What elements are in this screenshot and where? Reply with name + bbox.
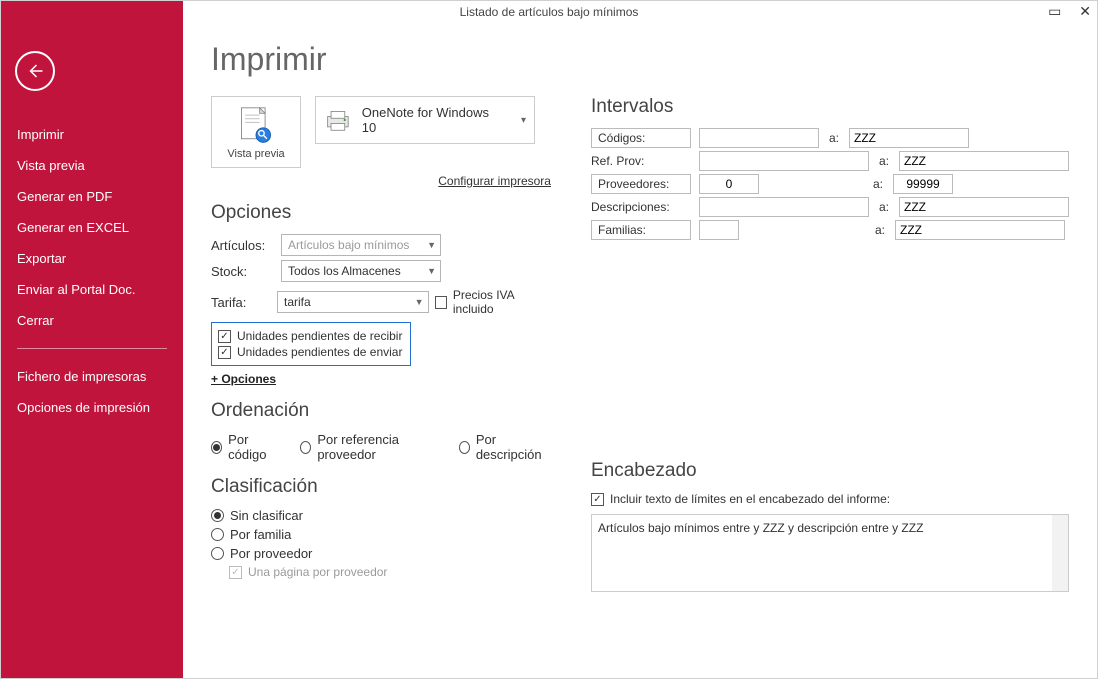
pendientes-recibir-checkbox[interactable]: ✓: [218, 330, 231, 343]
incluir-encabezado-label: Incluir texto de límites en el encabezad…: [610, 492, 890, 506]
tarifa-label: Tarifa:: [211, 295, 271, 310]
ordenacion-heading: Ordenación: [211, 400, 551, 422]
sidebar-item-generar-excel[interactable]: Generar en EXCEL: [1, 212, 183, 243]
descripciones-to-input[interactable]: [899, 197, 1069, 217]
pagina-proveedor-label: Una página por proveedor: [248, 565, 387, 579]
document-preview-icon: [237, 106, 275, 146]
pendientes-enviar-checkbox[interactable]: ✓: [218, 346, 231, 359]
familias-a-label: a:: [873, 223, 887, 237]
highlighted-options: ✓ Unidades pendientes de recibir ✓ Unida…: [211, 322, 411, 366]
sidebar-item-opciones-impresion[interactable]: Opciones de impresión: [1, 392, 183, 423]
printer-selector[interactable]: OneNote for Windows 10 ▾: [315, 96, 535, 144]
descripciones-label: Descripciones:: [591, 198, 691, 216]
sidebar-item-imprimir[interactable]: Imprimir: [1, 119, 183, 150]
chevron-down-icon: ▼: [427, 240, 436, 250]
intervalos-heading: Intervalos: [591, 96, 1069, 118]
refprov-label: Ref. Prov:: [591, 152, 691, 170]
content-area: Imprimir Vista previa OneNote for Window…: [183, 1, 1097, 678]
clasif-proveedor-radio[interactable]: [211, 547, 224, 560]
opciones-heading: Opciones: [211, 202, 551, 224]
preview-button[interactable]: Vista previa: [211, 96, 301, 168]
codigos-from-input[interactable]: [699, 128, 819, 148]
proveedores-from-input[interactable]: [699, 174, 759, 194]
printer-name: OneNote for Windows 10: [362, 105, 506, 135]
sidebar: Imprimir Vista previa Generar en PDF Gen…: [1, 1, 183, 678]
articulos-combo[interactable]: Artículos bajo mínimos▼: [281, 234, 441, 256]
orden-codigo-radio[interactable]: [211, 441, 222, 454]
sidebar-item-fichero-impresoras[interactable]: Fichero de impresoras: [1, 361, 183, 392]
codigos-a-label: a:: [827, 131, 841, 145]
chevron-down-icon: ▼: [415, 297, 424, 307]
orden-referencia-radio[interactable]: [300, 441, 311, 454]
proveedores-to-input[interactable]: [893, 174, 953, 194]
familias-to-input[interactable]: [895, 220, 1065, 240]
page-title: Imprimir: [211, 41, 1069, 78]
sidebar-item-vista-previa[interactable]: Vista previa: [1, 150, 183, 181]
clasif-familia-radio[interactable]: [211, 528, 224, 541]
articulos-label: Artículos:: [211, 238, 275, 253]
incluir-encabezado-checkbox[interactable]: ✓: [591, 493, 604, 506]
stock-combo[interactable]: Todos los Almacenes▼: [281, 260, 441, 282]
codigos-to-input[interactable]: [849, 128, 969, 148]
descripciones-a-label: a:: [877, 200, 891, 214]
precios-iva-label: Precios IVA incluido: [453, 288, 551, 316]
sidebar-item-enviar-portal[interactable]: Enviar al Portal Doc.: [1, 274, 183, 305]
chevron-down-icon: ▾: [521, 115, 526, 126]
chevron-down-icon: ▼: [427, 266, 436, 276]
clasificacion-heading: Clasificación: [211, 476, 551, 498]
refprov-to-input[interactable]: [899, 151, 1069, 171]
pendientes-recibir-label: Unidades pendientes de recibir: [237, 329, 402, 343]
preview-label: Vista previa: [227, 148, 284, 160]
proveedores-a-label: a:: [871, 177, 885, 191]
encabezado-textarea[interactable]: Artículos bajo mínimos entre y ZZZ y des…: [591, 514, 1069, 592]
scrollbar[interactable]: [1052, 515, 1068, 591]
familias-label: Familias:: [591, 220, 691, 240]
refprov-from-input[interactable]: [699, 151, 869, 171]
refprov-a-label: a:: [877, 154, 891, 168]
pendientes-enviar-label: Unidades pendientes de enviar: [237, 345, 402, 359]
proveedores-label: Proveedores:: [591, 174, 691, 194]
encabezado-heading: Encabezado: [591, 460, 1069, 482]
tarifa-combo[interactable]: tarifa▼: [277, 291, 429, 313]
arrow-left-icon: [26, 62, 44, 80]
precios-iva-checkbox[interactable]: ✓: [435, 296, 447, 309]
sidebar-item-generar-pdf[interactable]: Generar en PDF: [1, 181, 183, 212]
back-button[interactable]: [15, 51, 55, 91]
printer-icon: [324, 108, 352, 132]
sidebar-item-cerrar[interactable]: Cerrar: [1, 305, 183, 336]
sidebar-divider: [17, 348, 167, 349]
mas-opciones-link[interactable]: + Opciones: [211, 372, 276, 386]
clasif-sin-radio[interactable]: [211, 509, 224, 522]
configure-printer-link[interactable]: Configurar impresora: [438, 174, 551, 188]
descripciones-from-input[interactable]: [699, 197, 869, 217]
stock-label: Stock:: [211, 264, 275, 279]
familias-from-input[interactable]: [699, 220, 739, 240]
pagina-proveedor-checkbox: ✓: [229, 566, 242, 579]
sidebar-item-exportar[interactable]: Exportar: [1, 243, 183, 274]
codigos-label: Códigos:: [591, 128, 691, 148]
orden-descripcion-radio[interactable]: [459, 441, 470, 454]
